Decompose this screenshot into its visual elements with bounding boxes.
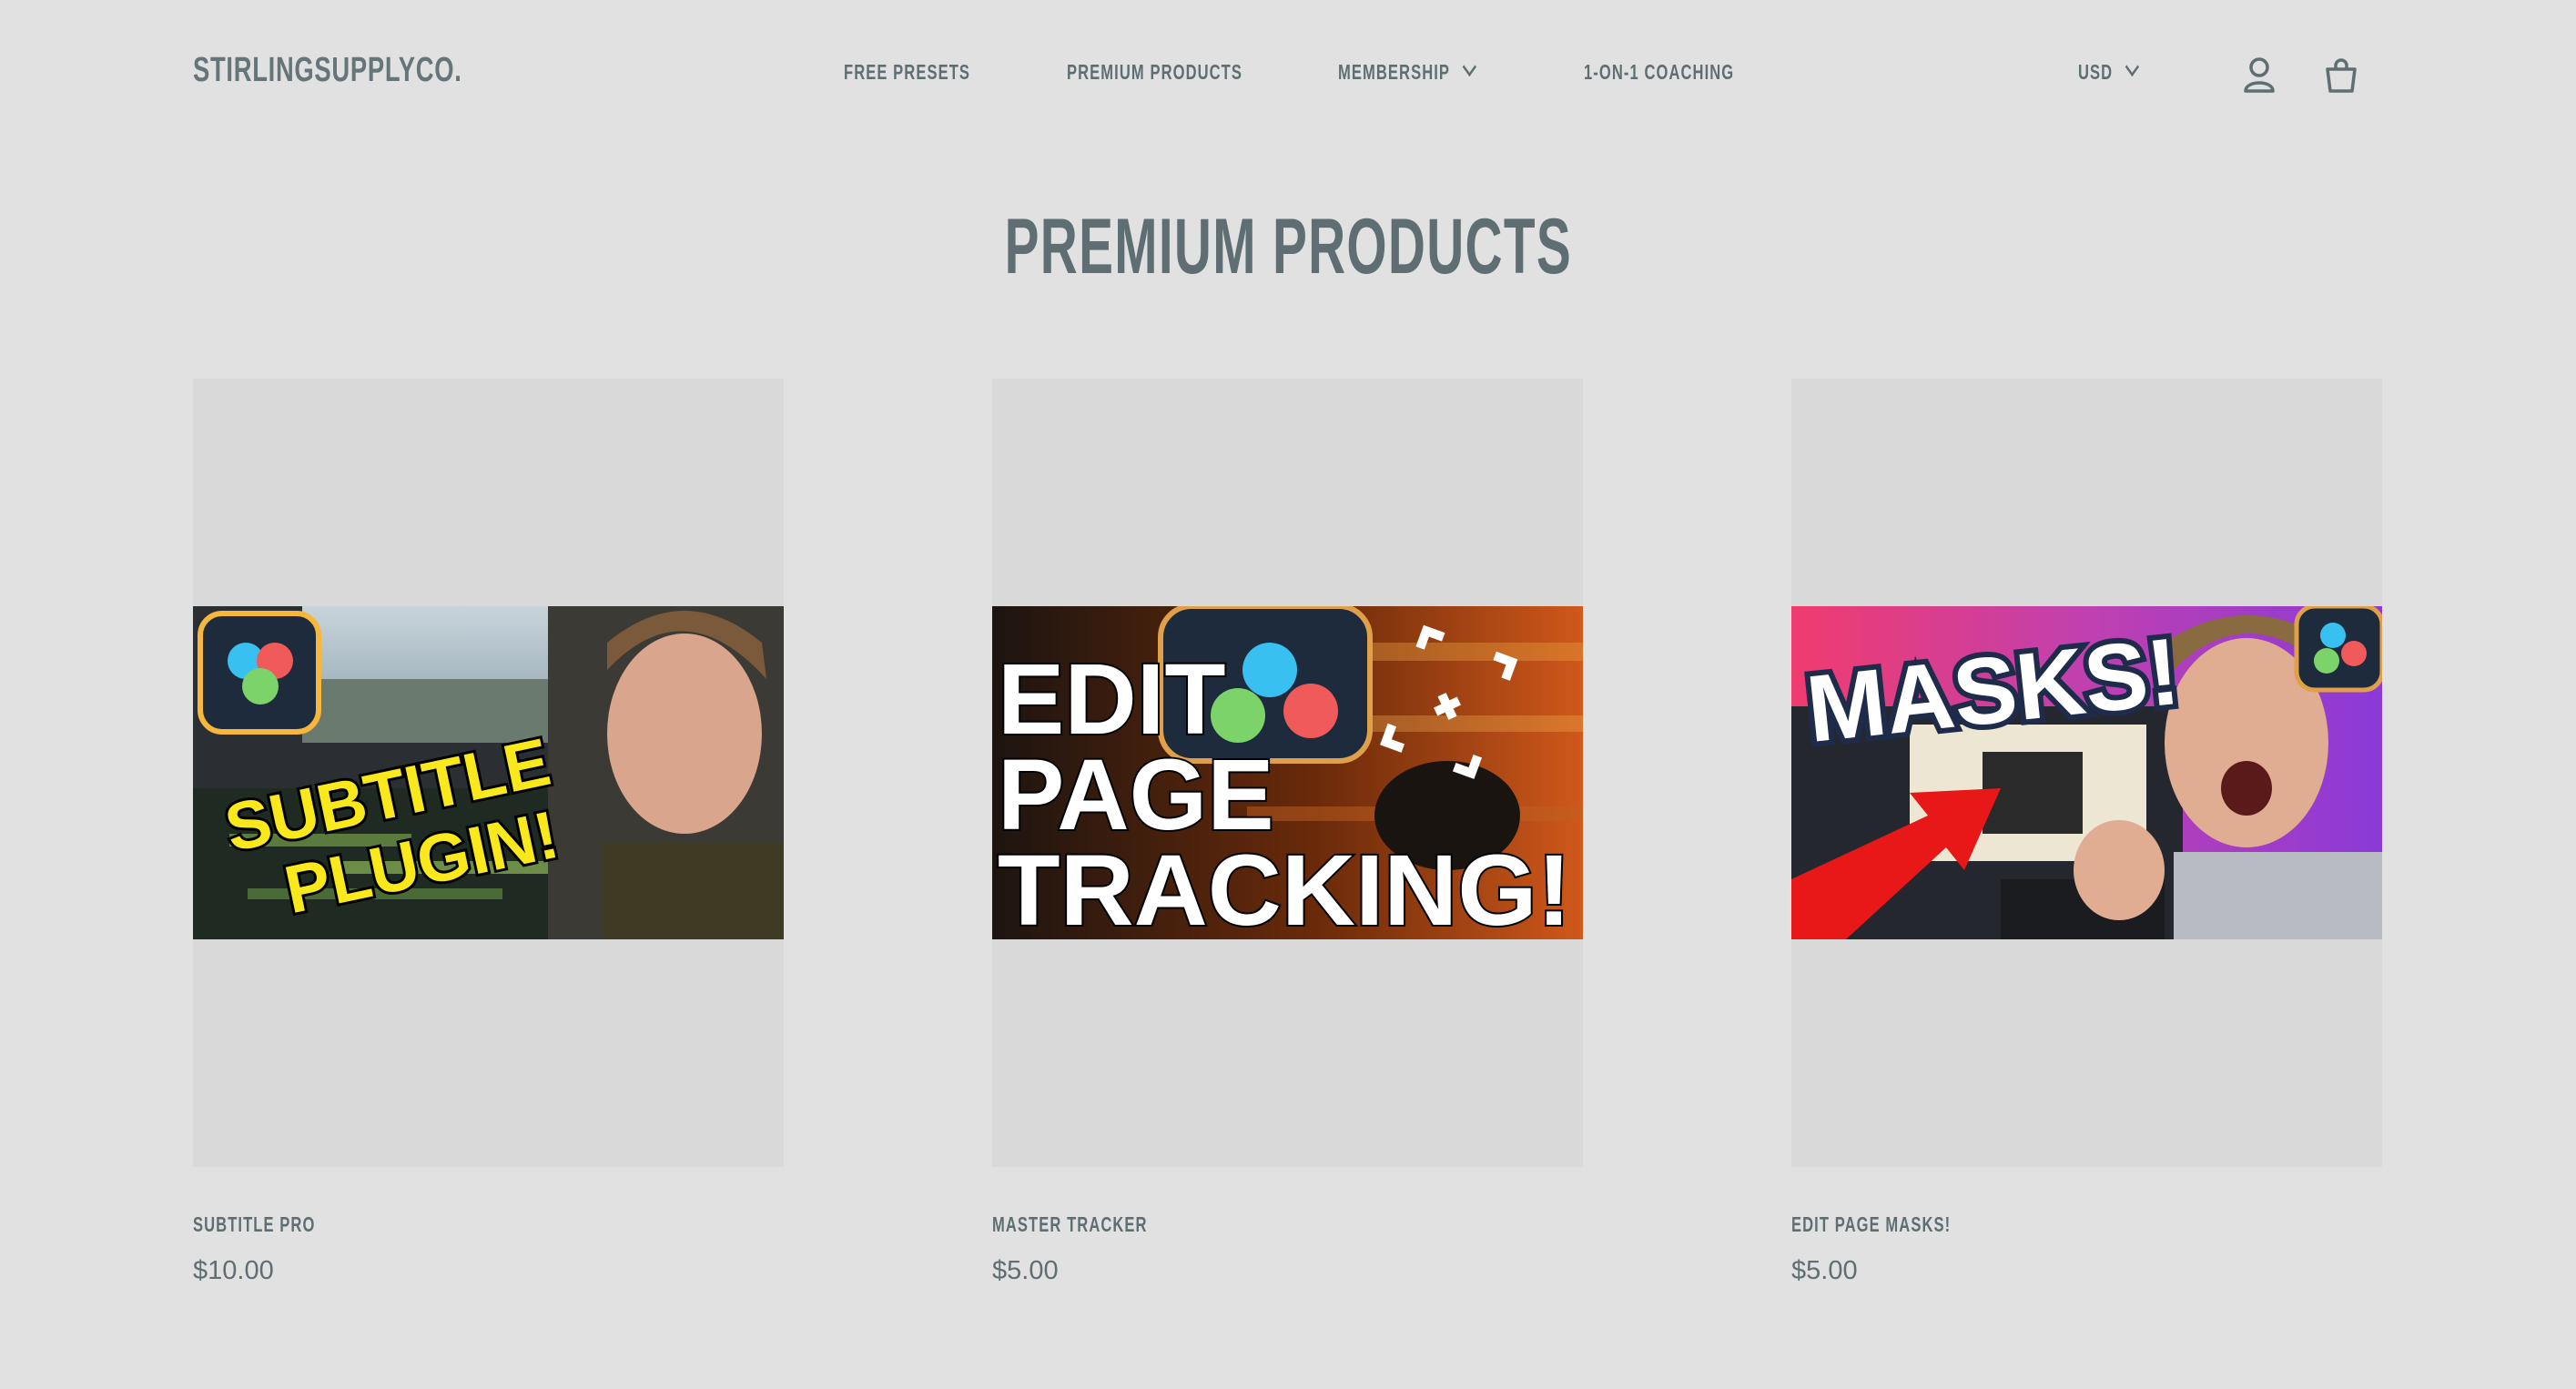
product-image-container[interactable]: SUBTITLE PLUGIN!	[193, 379, 784, 1167]
product-thumbnail[interactable]: MASKS!	[1791, 606, 2382, 939]
chevron-down-icon	[2125, 56, 2140, 77]
thumb-text-3: TRACKING!	[998, 835, 1571, 939]
product-price: $10.00	[193, 1256, 274, 1285]
product-name[interactable]: MASTER TRACKER	[992, 1212, 1148, 1237]
site-logo[interactable]: STIRLINGSUPPLYCO.	[193, 51, 462, 90]
product-card[interactable]: MASKS! EDIT PAGE MASKS! $5.00	[1791, 379, 2382, 1285]
product-image-container[interactable]: EDIT PAGE TRACKING!	[992, 379, 1583, 1167]
product-thumbnail[interactable]: SUBTITLE PLUGIN!	[193, 606, 784, 939]
chevron-down-icon	[1462, 56, 1476, 77]
product-image-container[interactable]: MASKS!	[1791, 379, 2382, 1167]
site-header: STIRLINGSUPPLYCO. FREE PRESETS PREMIUM P…	[0, 0, 2576, 146]
product-name[interactable]: EDIT PAGE MASKS!	[1791, 1212, 1951, 1237]
cart-icon[interactable]	[2323, 55, 2359, 95]
nav-membership-label: MEMBERSHIP	[1338, 60, 1451, 84]
product-thumbnail[interactable]: EDIT PAGE TRACKING!	[992, 606, 1583, 939]
nav-membership[interactable]: MEMBERSHIP	[1338, 56, 1476, 85]
page-title: PREMIUM PRODUCTS	[1004, 203, 1572, 290]
nav-free-presets[interactable]: FREE PRESETS	[844, 60, 970, 85]
product-name[interactable]: SUBTITLE PRO	[193, 1212, 315, 1237]
product-price: $5.00	[1791, 1256, 1858, 1285]
currency-selector[interactable]: USD	[2078, 56, 2140, 85]
nav-premium-products[interactable]: PREMIUM PRODUCTS	[1067, 60, 1242, 85]
nav-coaching[interactable]: 1-ON-1 COACHING	[1584, 60, 1734, 85]
product-price: $5.00	[992, 1256, 1059, 1285]
product-card[interactable]: EDIT PAGE TRACKING! MASTER TRACKER $5.00	[992, 379, 1583, 1285]
product-card[interactable]: SUBTITLE PLUGIN! SUBTITLE PRO $10.00	[193, 379, 784, 1285]
account-icon[interactable]	[2241, 55, 2277, 95]
currency-label: USD	[2078, 60, 2114, 84]
